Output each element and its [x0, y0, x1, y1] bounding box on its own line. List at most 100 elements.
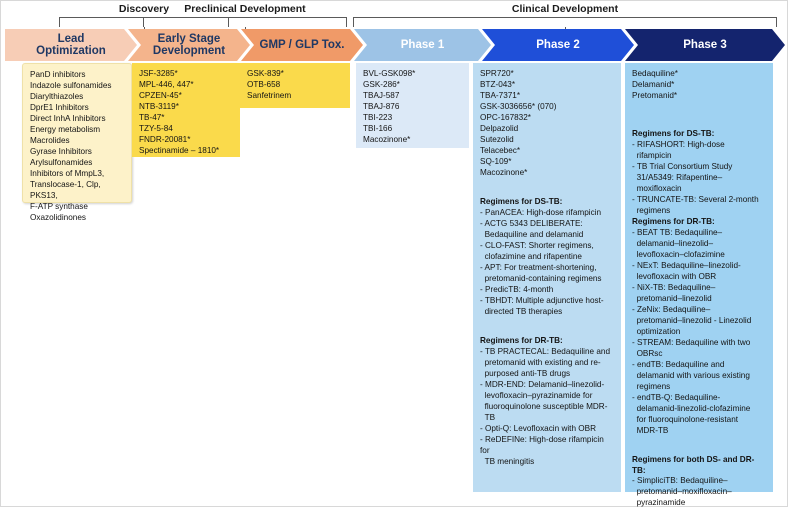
column-line-item: Sutezolid	[480, 134, 514, 144]
column-lead-optimization: PanD inhibitors Indazole sulfonamides Diar…	[22, 63, 132, 222]
column-section-heading: Regimens for DS-TB:	[480, 196, 563, 206]
column-line-item: - TRUNCATE-TB: Several 2-month	[632, 194, 759, 204]
column-line-item: levofloxacin with OBR	[632, 271, 717, 281]
column-line-spacer	[632, 111, 767, 120]
column-line-item: moxifloxacin	[632, 183, 682, 193]
stage-label-line1: GMP / GLP Tox.	[259, 38, 345, 51]
bracket-preclinical	[143, 17, 347, 32]
column-line-item: TB meningitis	[480, 456, 535, 466]
column-line-item: Energy metabolism	[30, 124, 101, 134]
column-line-item: TBAJ-876	[363, 101, 400, 111]
column-line-item: TB	[480, 412, 496, 422]
column-line-item: Direct InhA Inhibitors	[30, 113, 106, 123]
column-line-item: Macozinone*	[480, 167, 528, 177]
column-line-item: Diarylthiazoles	[30, 91, 84, 101]
column-line-item: for fluoroquinolone-resistant	[632, 414, 739, 424]
column-line-item: - STREAM: Bedaquiline with two	[632, 337, 751, 347]
column-line-item: Bedaquiline and delamanid	[480, 229, 584, 239]
column-line-item: pretomanid-containing regimens	[480, 273, 602, 283]
stage-arrow-gmp-glp-tox[interactable]: GMP / GLP Tox.	[241, 29, 363, 61]
bracket-label-preclinical: Preclinical Development	[184, 3, 306, 15]
column-line-item: TB-47*	[139, 112, 165, 122]
column-section-heading: Regimens for DR-TB:	[632, 216, 715, 226]
column-line-item: clofazimine and rifapentine	[480, 251, 582, 261]
column-early-stage-development: JSF-3285* MPL-446, 447* CPZEN-45* NTB-3119*…	[132, 63, 240, 157]
column-line-item: NTB-3119*	[139, 101, 179, 111]
column-line-item: fluoroquinolone susceptible MDR-	[480, 401, 608, 411]
column-line-item: TBI-223	[363, 112, 393, 122]
stage-arrow-lead-optimization[interactable]: Lead Optimization	[5, 29, 137, 61]
column-line-item: Delamanid*	[632, 79, 675, 89]
stage-arrow-phase-1[interactable]: Phase 1	[354, 29, 491, 61]
column-line-item: TBAJ-587	[363, 90, 400, 100]
column-line-spacer	[632, 102, 767, 111]
column-phase-2: SPR720* BTZ-043* TBA-7371* GSK-3036656* (07…	[473, 63, 621, 492]
column-line-item: pretomanid–linezolid - Linezolid	[632, 315, 752, 325]
column-line-item: pyrazinamide	[632, 498, 686, 508]
column-line-item: levofloxacin–pyrazinamide for	[480, 390, 593, 400]
column-line-item: BTZ-043*	[480, 79, 516, 89]
stage-arrow-phase-2[interactable]: Phase 2	[482, 29, 634, 61]
column-line-item: - MDR-END: Delamanid–linezolid-	[480, 379, 605, 389]
column-line-item: levofloxacin–clofazimine	[632, 249, 725, 259]
column-line-spacer	[632, 437, 767, 446]
column-line-item: - ZeNix: Bedaquiline–	[632, 304, 711, 314]
column-line-item: - endTB: Bedaquiline and	[632, 359, 725, 369]
column-line-item: BVL-GSK098*	[363, 69, 416, 78]
column-line-item: delamanid–linezolid–	[632, 238, 714, 248]
column-line-item: Inhibitors of MmpL3,	[30, 168, 105, 178]
column-line-item: - endTB-Q: Bedaquiline-	[632, 392, 721, 402]
stage-arrow-phase-3[interactable]: Phase 3	[625, 29, 785, 61]
column-line-item: - NiX-TB: Bedaquiline–	[632, 282, 716, 292]
stage-label-line2: Optimization	[36, 45, 106, 57]
column-line-item: Translocase-1, Clp, PKS13,	[30, 179, 103, 200]
column-line-item: SPR720*	[480, 69, 514, 78]
column-line-spacer	[480, 318, 615, 327]
column-line-item: DprE1 Inhibitors	[30, 102, 89, 112]
column-line-item: - APT: For treatment-shortening,	[480, 262, 597, 272]
column-line-item: purposed anti-TB drugs	[480, 368, 571, 378]
column-line-item: Bedaquiline*	[632, 69, 678, 78]
column-line-item: - BEAT TB: Bedaquiline–	[632, 227, 723, 237]
column-line-item: GSK-286*	[363, 79, 400, 89]
column-section-heading: TB:	[632, 465, 646, 475]
column-line-item: Gyrase Inhibitors	[30, 146, 92, 156]
column-line-item: rifampicin	[632, 150, 672, 160]
column-line-item: pretomanid–moxifloxacin–	[632, 487, 732, 497]
column-line-item: TZY-5-84	[139, 123, 173, 133]
column-phase-1: BVL-GSK098* GSK-286* TBAJ-587 TBAJ-876 TBI-2…	[356, 63, 469, 148]
diagram-frame: Discovery Preclinical Development Clinic…	[0, 0, 788, 507]
column-line-item: Macrolides	[30, 135, 70, 145]
column-line-item: Spectinamide – 1810*	[139, 145, 220, 155]
column-line-item: - NExT: Bedaquiline–linezolid-	[632, 260, 741, 270]
stage-arrow-early-stage-development[interactable]: Early Stage Development	[128, 29, 250, 61]
column-line-spacer	[632, 120, 767, 129]
column-line-item: FNDR-20081*	[139, 134, 191, 144]
stage-label-line1: Phase 1	[400, 38, 445, 51]
column-line-item: - TB Trial Consortium Study	[632, 161, 733, 171]
stage-banner: Lead Optimization Early Stage Developmen…	[1, 29, 788, 61]
column-line-item: Arylsulfonamides	[30, 157, 93, 167]
column-line-item: - PredicTB: 4-month	[480, 284, 554, 294]
column-line-item: Indazole sulfonamides	[30, 80, 112, 90]
column-line-spacer	[480, 327, 615, 336]
column-line-item: GSK-3036656* (070)	[480, 101, 557, 111]
column-line-item: - CLO-FAST: Shorter regimens,	[480, 240, 594, 250]
column-line-item: pretomanid–linezolid	[632, 293, 712, 303]
column-line-spacer	[480, 188, 615, 197]
column-line-item: delamanid with various existing	[632, 370, 750, 380]
column-line-item: 31/A5349: Rifapentine–	[632, 172, 723, 182]
column-line-spacer	[480, 179, 615, 188]
column-phase-3: Bedaquiline* Delamanid* Pretomanid* Regimen…	[625, 63, 773, 507]
column-line-item: pretomanid with existing and re-	[480, 357, 601, 367]
column-line-item: TBA-7371*	[480, 90, 521, 100]
stage-label-line1: Lead	[57, 32, 85, 45]
column-section-heading: Regimens for DS-TB:	[632, 128, 715, 138]
column-line-item: JSF-3285*	[139, 69, 178, 78]
column-section-heading: Regimens for DR-TB:	[480, 335, 563, 345]
column-line-item: Sanfetrinem	[247, 90, 292, 100]
column-line-item: - RIFASHORT: High-dose	[632, 139, 725, 149]
column-line-item: F-ATP synthase	[30, 201, 88, 211]
stage-label-line2: Development	[152, 45, 226, 57]
bracket-clinical	[353, 17, 777, 32]
